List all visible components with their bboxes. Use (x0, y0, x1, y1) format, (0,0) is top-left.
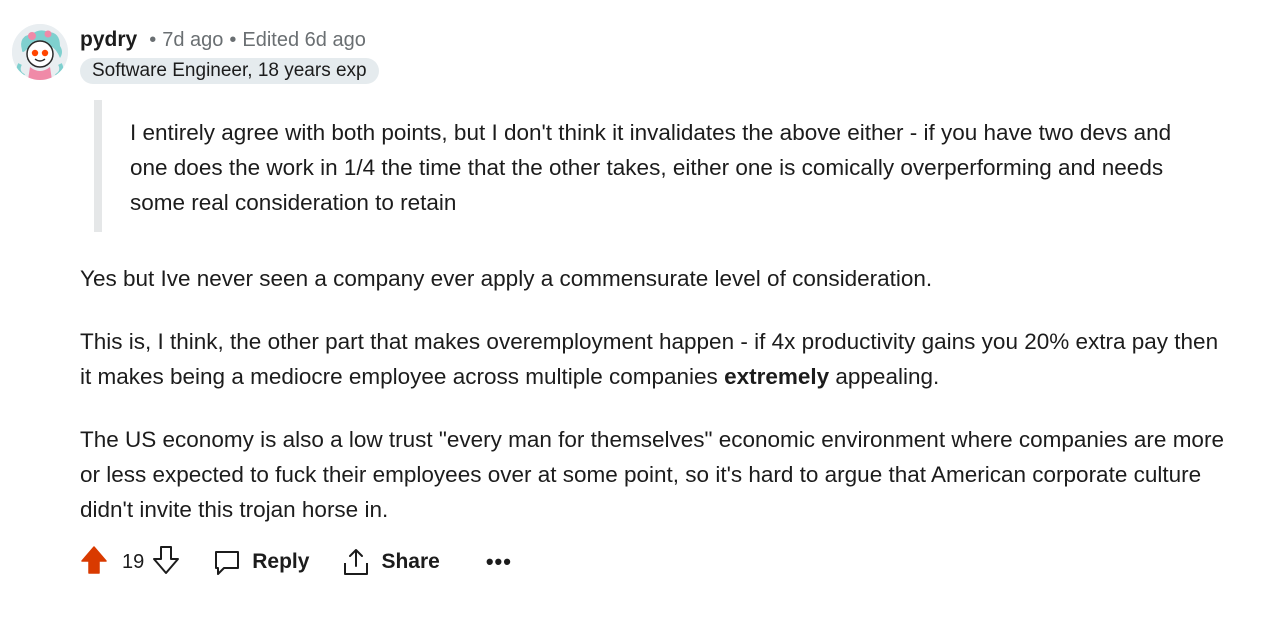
reply-label: Reply (252, 550, 310, 573)
comment-paragraph: The US economy is also a low trust "ever… (80, 427, 1224, 522)
paragraph-text: This is, I think, the other part that ma… (80, 329, 1219, 389)
comment-paragraph: This is, I think, the other part that ma… (80, 324, 1230, 394)
quote-text: I entirely agree with both points, but I… (130, 120, 1172, 215)
bold-text: extremely (724, 364, 830, 389)
meta-separator: • (229, 28, 237, 51)
meta-separator: • (149, 28, 157, 51)
share-label: Share (381, 550, 440, 573)
vote-group: 19 (80, 545, 180, 580)
quote-block: I entirely agree with both points, but I… (94, 100, 1212, 232)
downvote-icon[interactable] (152, 545, 180, 580)
username[interactable]: pydry (80, 28, 137, 52)
comment-meta: • 7d ago • Edited 6d ago (149, 29, 366, 52)
reply-button[interactable]: Reply (212, 547, 309, 577)
comment-paragraph: Yes but Ive never seen a company ever ap… (80, 266, 933, 291)
more-icon[interactable]: ••• (486, 549, 512, 575)
user-flair: Software Engineer, 18 years exp (80, 58, 379, 84)
share-icon (344, 549, 369, 575)
avatar[interactable] (12, 24, 68, 80)
comment-actions: 19 Reply Share ••• (80, 542, 512, 582)
upvote-icon[interactable] (80, 545, 108, 580)
edited-time: Edited 6d ago (242, 28, 366, 51)
posted-time[interactable]: 7d ago (162, 29, 223, 51)
comment-header: pydry • 7d ago • Edited 6d ago Software Eng… (80, 26, 379, 84)
vote-score: 19 (122, 550, 145, 573)
paragraph-text: appealing. (829, 364, 940, 389)
snoo-avatar-icon (12, 24, 68, 80)
comment-icon (215, 551, 240, 575)
share-button[interactable]: Share (341, 547, 440, 577)
